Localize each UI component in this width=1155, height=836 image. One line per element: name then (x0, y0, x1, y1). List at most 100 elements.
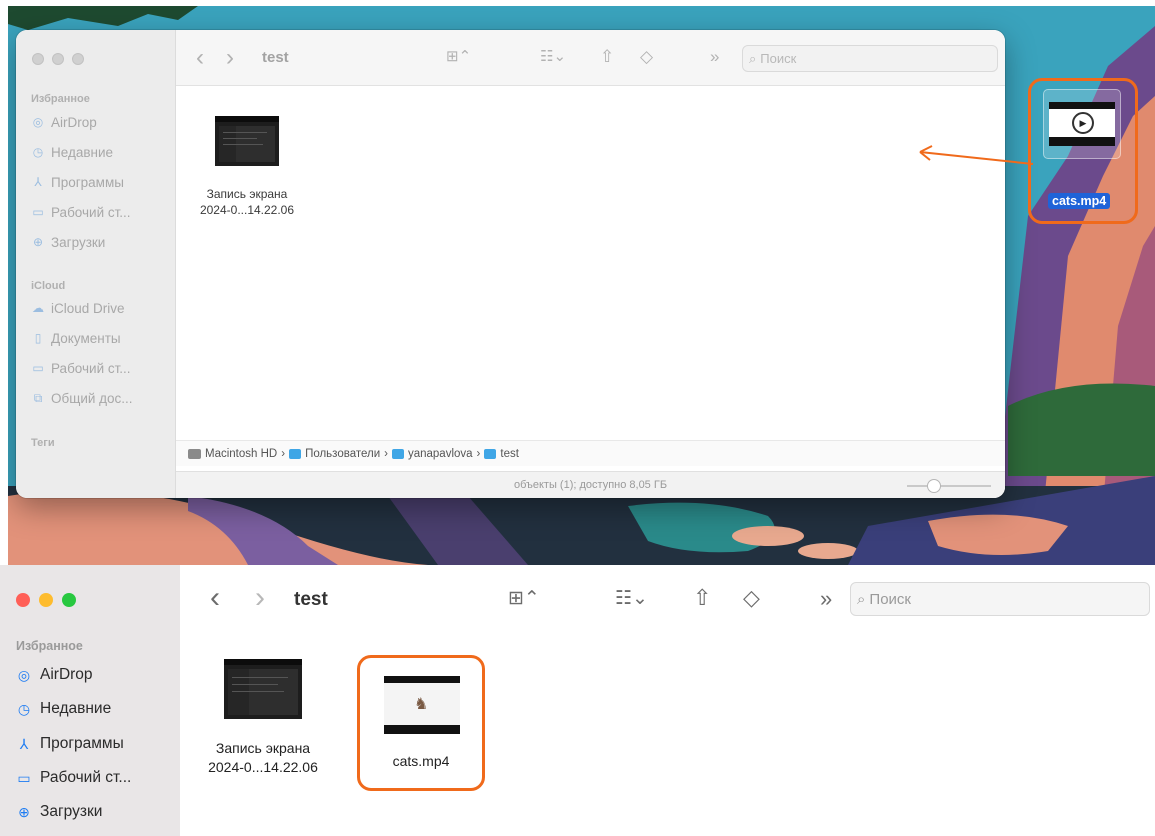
search-placeholder: Поиск (869, 590, 911, 608)
icon-view-button[interactable]: ⊞⌃ (508, 589, 540, 608)
sidebar-item-desktop[interactable]: ▭ Рабочий ст... (16, 765, 131, 791)
clock-icon: ◷ (32, 145, 44, 159)
sidebar-item-documents[interactable]: ▯ Документы (31, 327, 121, 349)
back-button[interactable]: ‹ (196, 46, 204, 70)
sidebar-item-icloud-drive[interactable]: ☁ iCloud Drive (31, 297, 125, 319)
shared-folder-icon: ⧉ (33, 390, 43, 405)
search-placeholder: Поиск (760, 51, 797, 66)
favorites-header: Избранное (31, 93, 90, 105)
path-separator: › (476, 447, 481, 460)
download-icon: ⊕ (32, 235, 44, 249)
sidebar-item-icloud-desktop[interactable]: ▭ Рабочий ст... (31, 357, 131, 379)
forward-button[interactable]: › (255, 583, 265, 613)
sidebar-item-label: Общий дос... (51, 390, 133, 406)
apps-icon: ⅄ (34, 175, 42, 189)
cat-icon: ♞ (414, 696, 429, 713)
desktop-file-cats[interactable]: ▶ cats.mp4 (1028, 78, 1138, 224)
sidebar-item-applications[interactable]: ⅄ Программы (16, 731, 124, 757)
icon-size-slider[interactable] (907, 479, 991, 493)
file-name: cats.mp4 (392, 753, 450, 769)
path-bar: Macintosh HD › Пользователи › yanapavlov… (176, 440, 1005, 466)
sidebar-item-airdrop[interactable]: ◎ AirDrop (31, 111, 97, 133)
sidebar-item-label: Программы (40, 735, 124, 752)
sidebar-item-shared[interactable]: ⧉ Общий дос... (31, 387, 133, 409)
zoom-button[interactable] (62, 593, 76, 607)
screenshot-root: Избранное ◎ AirDrop ◷ Недавние ⅄ Програм… (0, 0, 1155, 836)
sidebar-item-recents[interactable]: ◷ Недавние (31, 141, 113, 163)
folder-icon (289, 448, 302, 459)
share-icon[interactable]: ⇧ (693, 587, 711, 609)
path-item[interactable]: test (500, 448, 519, 460)
file-item[interactable]: Запись экрана 2024-0...14.22.06 (192, 116, 302, 218)
more-button[interactable]: » (710, 48, 719, 65)
play-icon: ▶ (1072, 112, 1094, 134)
desktop-icon: ▭ (32, 205, 44, 219)
window-controls (32, 53, 84, 65)
airdrop-icon: ◎ (32, 115, 44, 129)
sidebar-item-label: AirDrop (40, 666, 93, 683)
cloud-icon: ☁ (32, 301, 44, 315)
finder-sidebar: Избранное ◎ AirDrop ◷ Недавние ⅄ Програм… (0, 565, 180, 836)
sidebar-item-label: Рабочий ст... (51, 360, 131, 376)
path-item[interactable]: yanapavlova (408, 448, 473, 460)
tag-icon[interactable]: ◇ (640, 48, 653, 65)
file-thumbnail (224, 659, 302, 719)
search-field[interactable]: ⌕ Поиск (850, 582, 1150, 616)
file-item[interactable]: Запись экрана 2024-0...14.22.06 (198, 659, 328, 777)
share-icon[interactable]: ⇧ (600, 48, 614, 65)
favorites-header: Избранное (16, 639, 83, 653)
file-item-cats-highlighted[interactable]: ♞ cats.mp4 (357, 655, 485, 791)
file-thumbnail (215, 116, 279, 166)
group-button[interactable]: ☷⌄ (615, 589, 648, 608)
status-text: объекты (1); доступно 8,05 ГБ (513, 479, 668, 491)
window-title: test (294, 589, 328, 610)
finder-toolbar: ‹ › test ⊞⌃ ☷⌄ ⇧ ◇ » ⌕ Поиск (176, 30, 1005, 86)
icon-view-button[interactable]: ⊞⌃ (446, 49, 471, 64)
back-button[interactable]: ‹ (210, 583, 220, 613)
path-separator: › (281, 447, 286, 460)
folder-icon (391, 448, 404, 459)
drag-arrow (919, 145, 1034, 165)
slider-knob[interactable] (927, 479, 941, 493)
path-item[interactable]: Пользователи (305, 448, 380, 460)
more-button[interactable]: » (820, 588, 832, 610)
video-thumbnail: ▶ (1043, 89, 1121, 159)
sidebar-item-desktop[interactable]: ▭ Рабочий ст... (31, 201, 130, 223)
file-name-line1: Запись экрана (206, 187, 288, 201)
sidebar-item-label: Рабочий ст... (40, 769, 132, 786)
sidebar-item-downloads[interactable]: ⊕ Загрузки (16, 799, 102, 825)
minimize-button[interactable] (52, 53, 64, 65)
search-icon: ⌕ (857, 590, 866, 608)
sidebar-item-label: Загрузки (51, 234, 106, 250)
clock-icon: ◷ (17, 700, 31, 717)
file-name-line1: Запись экрана (215, 740, 311, 756)
sidebar-item-label: Недавние (51, 144, 114, 160)
forward-button[interactable]: › (226, 46, 234, 70)
sidebar-item-label: Недавние (40, 700, 112, 717)
desktop-background: Избранное ◎ AirDrop ◷ Недавние ⅄ Програм… (8, 6, 1155, 565)
search-field[interactable]: ⌕ Поиск (742, 45, 998, 72)
file-name-line2: 2024-0...14.22.06 (208, 759, 318, 775)
group-button[interactable]: ☷⌄ (540, 49, 566, 64)
close-button[interactable] (32, 53, 44, 65)
status-bar: объекты (1); доступно 8,05 ГБ (176, 471, 1005, 498)
zoom-button[interactable] (72, 53, 84, 65)
download-icon: ⊕ (18, 803, 30, 820)
sidebar-item-recents[interactable]: ◷ Недавние (16, 696, 111, 722)
disk-icon (188, 448, 201, 459)
finder-toolbar: ‹ › test ⊞⌃ ☷⌄ ⇧ ◇ » ⌕ Поиск (180, 565, 1155, 637)
minimize-button[interactable] (39, 593, 53, 607)
path-item[interactable]: Macintosh HD (205, 448, 277, 460)
window-title: test (262, 49, 289, 66)
sidebar-item-label: AirDrop (51, 114, 97, 130)
document-icon: ▯ (34, 331, 42, 345)
sidebar-item-airdrop[interactable]: ◎ AirDrop (16, 662, 93, 688)
finder-content: Запись экрана 2024-0...14.22.06 Macintos… (176, 86, 1005, 498)
finder-window-active: Избранное ◎ AirDrop ◷ Недавние ⅄ Програм… (0, 565, 1155, 836)
sidebar-item-downloads[interactable]: ⊕ Загрузки (31, 231, 105, 253)
sidebar-item-applications[interactable]: ⅄ Программы (31, 171, 124, 193)
finder-window-inactive: Избранное ◎ AirDrop ◷ Недавние ⅄ Програм… (16, 30, 1005, 498)
close-button[interactable] (16, 593, 30, 607)
sidebar-item-label: Документы (51, 330, 121, 346)
tag-icon[interactable]: ◇ (743, 587, 760, 609)
